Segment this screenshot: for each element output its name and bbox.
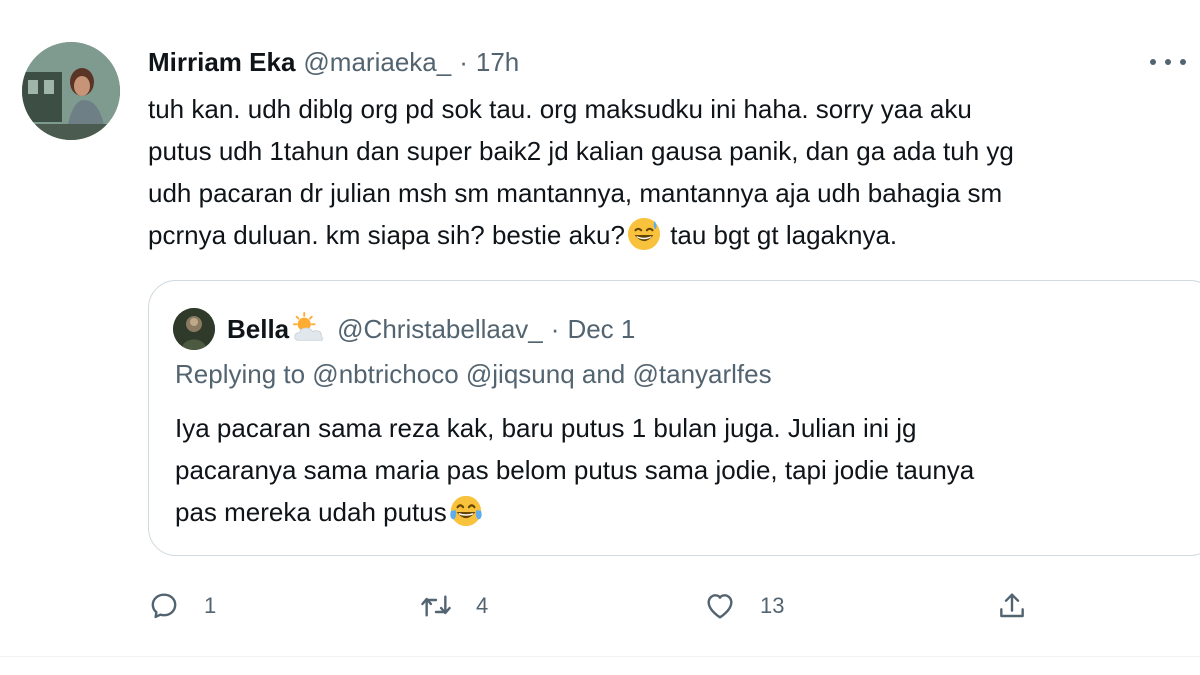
retweet-icon: [421, 595, 451, 617]
quoted-body: Iya pacaran sama reza kak, baru putus 1 …: [175, 407, 1195, 533]
more-dots-icon[interactable]: [1150, 52, 1186, 72]
tweet-line: tuh kan. udh diblg org pd sok tau. org m…: [148, 94, 972, 124]
quoted-line: pas mereka udah putus: [175, 497, 447, 527]
grinning-face-with-sweat-icon: [627, 218, 661, 251]
quoted-author-name[interactable]: Bella: [227, 314, 289, 345]
quoted-author-handle[interactable]: @Christabellaav_: [337, 314, 543, 345]
author-name[interactable]: Mirriam Eka: [148, 47, 295, 78]
like-count: 13: [760, 593, 785, 618]
quoted-author-avatar[interactable]: [173, 308, 215, 350]
reply-count: 1: [204, 593, 217, 618]
retweet-button[interactable]: 4: [420, 584, 488, 628]
quoted-header: Bella @Christabellaav_ · Dec 1: [227, 309, 635, 349]
quoted-line: Iya pacaran sama reza kak, baru putus 1 …: [175, 413, 917, 443]
tweet-time[interactable]: 17h: [476, 47, 519, 78]
share-button[interactable]: [996, 584, 1028, 628]
reply-icon: [151, 593, 177, 619]
retweet-count: 4: [476, 593, 489, 618]
like-button[interactable]: 13: [704, 584, 784, 628]
divider: [0, 656, 1200, 657]
tweet-body: tuh kan. udh diblg org pd sok tau. org m…: [148, 88, 1188, 256]
tweet-header: Mirriam Eka @mariaeka_ · 17h: [148, 44, 519, 80]
quoted-line: pacaranya sama maria pas belom putus sam…: [175, 455, 975, 485]
tweet-line: pcrnya duluan. km siapa sih? bestie aku?: [148, 220, 625, 250]
quoted-date[interactable]: Dec 1: [567, 314, 635, 345]
tweet-line: udh pacaran dr julian msh sm mantannya, …: [148, 178, 1003, 208]
avatar-photo: [22, 42, 120, 140]
header-separator: ·: [459, 46, 468, 77]
quoted-tweet[interactable]: Bella @Christabellaav_ · Dec 1 Replying …: [148, 280, 1200, 556]
author-handle[interactable]: @mariaeka_: [303, 47, 451, 78]
author-avatar[interactable]: [22, 42, 120, 140]
replying-to[interactable]: Replying to @nbtrichoco @jiqsunq and @ta…: [175, 359, 772, 390]
quoted-avatar-photo: [173, 308, 215, 350]
tweet-line-with-emoji: pcrnya duluan. km siapa sih? bestie aku?…: [148, 214, 1188, 256]
tweet-actions: 1 4 13: [148, 584, 1048, 628]
heart-icon: [707, 594, 733, 619]
sun-behind-cloud-icon: [293, 312, 324, 341]
tweet-card[interactable]: Mirriam Eka @mariaeka_ · 17h tuh kan. ud…: [0, 0, 1200, 675]
face-with-tears-of-joy-icon: [450, 496, 482, 527]
tweet-line: tau bgt gt lagaknya.: [670, 220, 898, 250]
share-icon: [1000, 593, 1024, 618]
quoted-line-with-emoji: pas mereka udah putus: [175, 491, 1195, 533]
tweet-line: putus udh 1tahun dan super baik2 jd kali…: [148, 136, 1014, 166]
reply-button[interactable]: 1: [148, 584, 216, 628]
quoted-header-separator: ·: [550, 313, 560, 344]
